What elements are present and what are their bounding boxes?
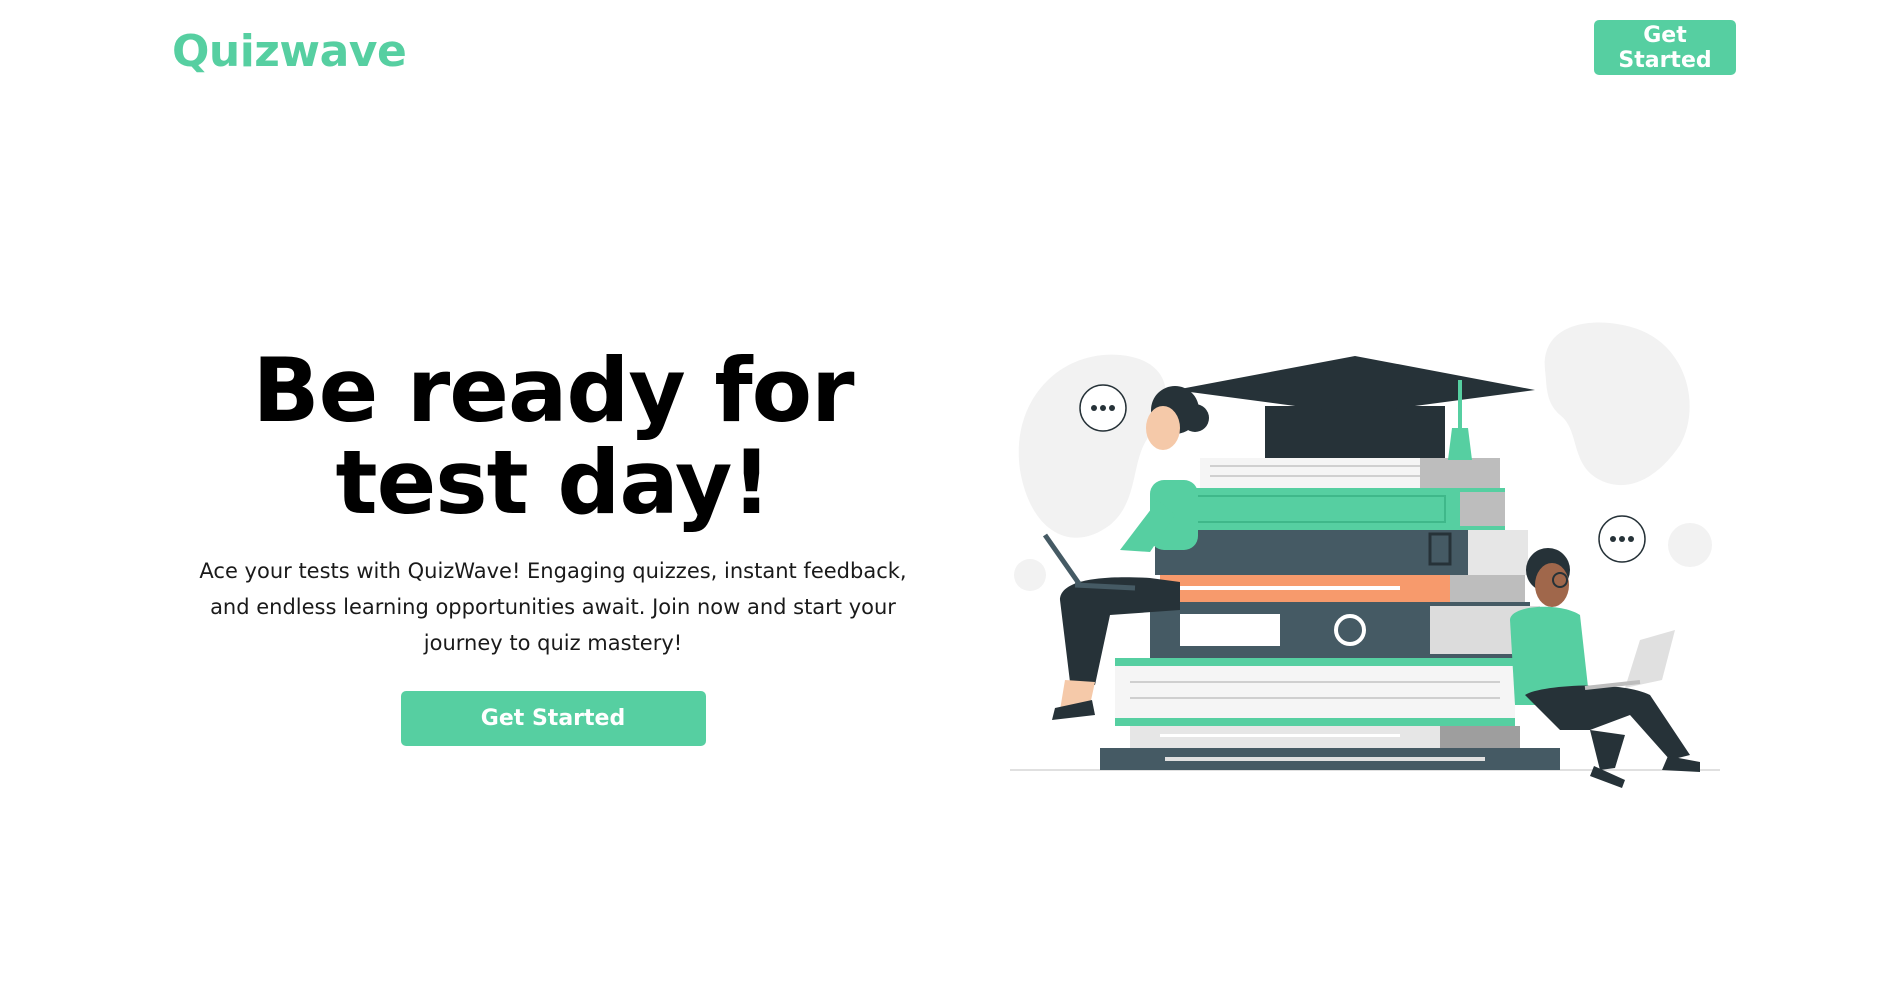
cap-board bbox=[1175, 356, 1535, 414]
book-slate bbox=[1155, 530, 1515, 575]
nav-get-started-button[interactable]: Get Started bbox=[1594, 20, 1736, 75]
book-top-pages bbox=[1420, 458, 1500, 488]
book-orange-stripe bbox=[1180, 586, 1400, 590]
book-orange-pages bbox=[1450, 575, 1525, 602]
background-blob-right bbox=[1544, 322, 1690, 486]
background-blob-left bbox=[1018, 354, 1167, 538]
woman-face bbox=[1146, 406, 1180, 450]
woman-laptop bbox=[1042, 533, 1083, 587]
cap-tassel bbox=[1448, 428, 1472, 460]
speech-bubble-woman bbox=[1079, 384, 1127, 432]
speech-dot-2 bbox=[1100, 405, 1106, 411]
speech-dot-5 bbox=[1619, 536, 1625, 542]
book-green-pages bbox=[1460, 492, 1505, 526]
book-white bbox=[1115, 658, 1515, 726]
book-slate-pages bbox=[1468, 530, 1528, 575]
woman-laptop-base bbox=[1074, 582, 1136, 591]
book-white-trim-bottom bbox=[1115, 718, 1515, 726]
landing-page: Quizwave Get Started Be ready for test d… bbox=[0, 0, 1899, 989]
hero-get-started-button[interactable]: Get Started bbox=[400, 691, 706, 746]
students-studying-illustration bbox=[1000, 310, 1740, 790]
hero-section: Be ready for test day! Ace your tests wi… bbox=[180, 345, 926, 746]
book-grey-stripe bbox=[1160, 734, 1400, 737]
speech-dot-4 bbox=[1610, 536, 1616, 542]
background-dot-right bbox=[1668, 523, 1712, 567]
hero-title: Be ready for test day! bbox=[252, 339, 855, 534]
brand-logo[interactable]: Quizwave bbox=[172, 22, 407, 82]
man-leg-front bbox=[1590, 730, 1625, 770]
book-grey-spine bbox=[1440, 726, 1520, 748]
man-laptop bbox=[1625, 630, 1675, 688]
speech-dot-3 bbox=[1109, 405, 1115, 411]
man-shoe-back bbox=[1662, 756, 1700, 772]
background-dot-left bbox=[1014, 559, 1046, 591]
speech-dot-1 bbox=[1091, 405, 1097, 411]
book-base-stripe bbox=[1165, 757, 1485, 761]
book-green bbox=[1185, 488, 1505, 530]
illustration-svg bbox=[1010, 322, 1720, 788]
speech-dot-6 bbox=[1628, 536, 1634, 542]
hero-description: Ace your tests with QuizWave! Engaging q… bbox=[199, 559, 907, 655]
woman-hair-curl bbox=[1181, 404, 1209, 432]
book-white-trim-top bbox=[1115, 658, 1515, 666]
speech-bubble-man bbox=[1598, 515, 1646, 563]
binder-label bbox=[1180, 614, 1280, 646]
